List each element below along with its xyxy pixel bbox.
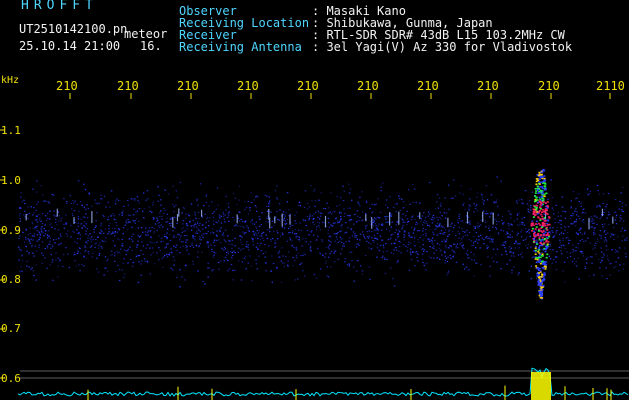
x-tick-label: 210 bbox=[117, 79, 139, 93]
y-tick-label: 1.1 bbox=[1, 124, 21, 137]
x-tick-label: 210 bbox=[477, 79, 499, 93]
y-axis-unit: kHz bbox=[1, 75, 20, 86]
x-tick-label: 210 bbox=[357, 79, 379, 93]
y-tick-label: 0.7 bbox=[1, 322, 21, 335]
x-tick-label: 210 bbox=[237, 79, 259, 93]
spectrogram-panel bbox=[0, 93, 629, 400]
date-time: 25.10.14 21:00 bbox=[19, 39, 121, 53]
meteor-count: 16. bbox=[140, 39, 162, 53]
y-tick-label: 1.0 bbox=[1, 174, 21, 187]
y-tick-label: 0.9 bbox=[1, 224, 21, 237]
y-tick-label: 0.6 bbox=[1, 372, 21, 385]
antenna-label: Receiving Antenna bbox=[179, 40, 302, 54]
x-tick-label: 210 bbox=[297, 79, 319, 93]
x-tick-label: 2110 bbox=[596, 79, 625, 93]
file-name: UT2510142100.pn bbox=[19, 22, 128, 36]
antenna-value: : 3el Yagi(V) Az 330 for Vladivostok bbox=[312, 40, 573, 54]
meteor-echo bbox=[530, 168, 551, 300]
level-trace bbox=[17, 367, 629, 400]
x-tick-label: 210 bbox=[177, 79, 199, 93]
x-tick-label: 210 bbox=[538, 79, 560, 93]
x-tick-label: 210 bbox=[417, 79, 439, 93]
x-tick-label: 210 bbox=[56, 79, 78, 93]
y-tick-label: 0.8 bbox=[1, 273, 21, 286]
app-title: HROFFT bbox=[21, 0, 98, 13]
